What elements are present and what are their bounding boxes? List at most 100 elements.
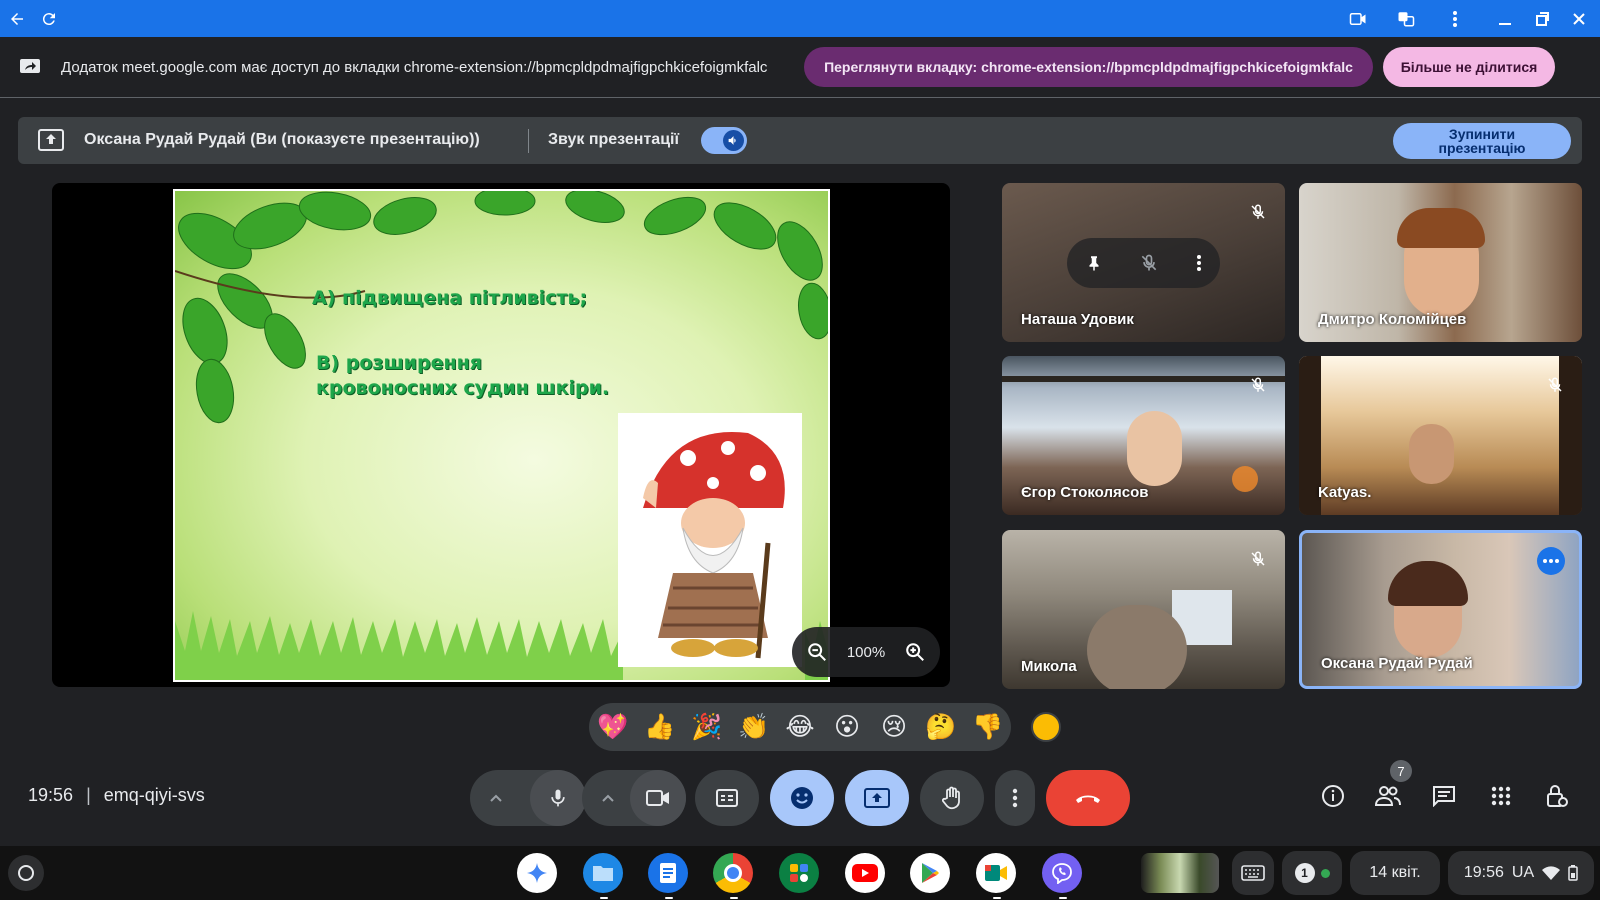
participant-name: Микола xyxy=(1021,658,1077,675)
stop-sharing-button[interactable]: Більше не ділитися xyxy=(1383,47,1555,87)
info-icon[interactable] xyxy=(1317,780,1349,812)
zoom-in-icon[interactable] xyxy=(904,641,926,663)
participant-tile[interactable]: Наташа Удовик xyxy=(1002,183,1285,342)
close-icon[interactable] xyxy=(1566,6,1592,32)
reaction-thumbs-down[interactable]: 👎 xyxy=(965,703,1011,751)
play-store-icon[interactable] xyxy=(910,853,950,893)
reaction-sad[interactable]: 😢 xyxy=(871,703,917,751)
chevron-up-icon[interactable] xyxy=(596,786,620,810)
viber-icon[interactable] xyxy=(1042,853,1082,899)
mic-off-icon[interactable] xyxy=(1139,253,1159,273)
slide-text-a: А) підвищена пітливість; xyxy=(312,287,588,309)
participant-tile[interactable]: Katyas. xyxy=(1299,356,1582,515)
meeting-separator: | xyxy=(86,785,91,805)
apps-icon[interactable] xyxy=(779,853,819,893)
participant-tile[interactable]: Дмитро Коломійцев xyxy=(1299,183,1582,342)
files-icon[interactable] xyxy=(583,853,623,899)
youtube-icon[interactable] xyxy=(845,853,885,893)
assistant-icon[interactable] xyxy=(517,853,557,893)
minimize-icon[interactable] xyxy=(1492,6,1518,32)
zoom-out-icon[interactable] xyxy=(806,641,828,663)
participant-name: Дмитро Коломійцев xyxy=(1318,311,1467,328)
reaction-laugh[interactable]: 😂 xyxy=(777,703,823,751)
volume-icon xyxy=(723,130,744,151)
call-end-icon xyxy=(1074,792,1102,804)
more-horiz-icon[interactable] xyxy=(1537,547,1565,575)
reaction-thinking[interactable]: 🤔 xyxy=(918,703,964,751)
emoji-icon xyxy=(790,786,814,810)
fireplace xyxy=(1232,466,1258,492)
chrome-icon[interactable] xyxy=(713,853,753,899)
chat-icon[interactable] xyxy=(1428,780,1460,812)
participant-tile-self[interactable]: Оксана Рудай Рудай xyxy=(1299,530,1582,689)
translate-icon[interactable] xyxy=(1393,6,1419,32)
participant-video-hair xyxy=(1397,208,1485,248)
participant-name: Katyas. xyxy=(1318,484,1372,501)
microphone-button[interactable] xyxy=(530,770,586,826)
presentation-stage: А) підвищена пітливість; В) розширення к… xyxy=(52,183,950,687)
browser-titlebar xyxy=(0,0,1600,37)
participant-video xyxy=(1409,424,1454,484)
chromeos-shelf: 1 14 квіт. 19:56 UA xyxy=(0,846,1600,900)
presentation-audio-label: Звук презентації xyxy=(548,131,679,148)
hand-icon xyxy=(942,786,962,810)
notification-tray[interactable]: 1 xyxy=(1282,851,1342,895)
keyboard-icon[interactable] xyxy=(1232,851,1274,895)
more-vert-icon[interactable] xyxy=(1442,6,1468,32)
mic-off-icon xyxy=(1247,201,1269,223)
back-arrow-icon[interactable] xyxy=(4,6,30,32)
participant-tile[interactable]: Єгор Стоколясов xyxy=(1002,356,1285,515)
reload-icon[interactable] xyxy=(36,6,62,32)
activities-icon[interactable] xyxy=(1485,780,1517,812)
zoom-control: 100% xyxy=(792,627,940,677)
participant-video xyxy=(1087,605,1187,689)
reaction-sparkling-heart[interactable]: 💖 xyxy=(590,703,636,751)
skin-tone-selector[interactable] xyxy=(1031,712,1061,742)
date-tray[interactable]: 14 квіт. xyxy=(1350,851,1440,895)
more-options-button[interactable] xyxy=(995,770,1035,826)
view-tab-button[interactable]: Переглянути вкладку: chrome-extension://… xyxy=(804,47,1373,87)
slide-text-b2: кровоносних судин шкіри. xyxy=(316,377,610,399)
more-vert-icon xyxy=(1012,788,1018,808)
more-vert-icon[interactable] xyxy=(1196,254,1202,272)
reaction-clap[interactable]: 👏 xyxy=(731,703,777,751)
pin-icon[interactable] xyxy=(1085,253,1103,273)
reaction-party[interactable]: 🎉 xyxy=(684,703,730,751)
tile-hover-controls xyxy=(1067,238,1220,288)
clock: 19:56 xyxy=(1463,864,1504,881)
people-icon[interactable] xyxy=(1372,780,1404,812)
meeting-code: emq-qiyi-svs xyxy=(103,785,205,805)
stop-presenting-button[interactable]: Зупинити презентацію xyxy=(1393,123,1571,159)
camera-button[interactable] xyxy=(630,770,686,826)
reaction-surprised[interactable]: 😮 xyxy=(824,703,870,751)
chevron-up-icon[interactable] xyxy=(484,786,508,810)
host-controls-icon[interactable] xyxy=(1541,780,1573,812)
restore-icon[interactable] xyxy=(1529,6,1555,32)
presenter-name: Оксана Рудай Рудай (Ви (показуєте презен… xyxy=(84,131,480,148)
meet-icon[interactable] xyxy=(976,853,1016,899)
status-tray[interactable]: 19:56 UA xyxy=(1448,851,1594,895)
screen-share-icon xyxy=(18,57,42,77)
raise-hand-button[interactable] xyxy=(920,770,984,826)
launcher-button[interactable] xyxy=(8,855,44,891)
participant-name: Наташа Удовик xyxy=(1021,311,1134,328)
slide-text-b1: В) розширення xyxy=(316,352,482,374)
presenting-banner: Оксана Рудай Рудай (Ви (показуєте презен… xyxy=(18,117,1582,164)
reaction-thumbs-up[interactable]: 👍 xyxy=(637,703,683,751)
presentation-audio-toggle[interactable] xyxy=(701,127,747,154)
leave-call-button[interactable] xyxy=(1046,770,1130,826)
infobar-text: Додаток meet.google.com має доступ до вк… xyxy=(61,59,768,76)
input-language: UA xyxy=(1511,864,1535,881)
mic-off-icon xyxy=(1247,548,1269,570)
present-icon xyxy=(864,788,890,808)
divider xyxy=(528,129,529,153)
participant-tile[interactable]: Микола xyxy=(1002,530,1285,689)
captions-button[interactable] xyxy=(695,770,759,826)
slide: А) підвищена пітливість; В) розширення к… xyxy=(173,189,830,682)
holding-space-thumbnail[interactable] xyxy=(1141,853,1219,893)
cast-icon[interactable] xyxy=(1345,6,1371,32)
present-now-button[interactable] xyxy=(845,770,909,826)
docs-icon[interactable] xyxy=(648,853,688,899)
reactions-button[interactable] xyxy=(770,770,834,826)
captions-icon xyxy=(716,789,738,807)
